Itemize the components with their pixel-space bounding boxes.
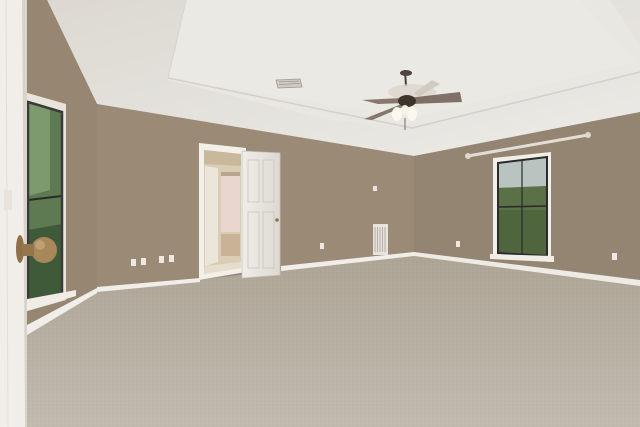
interior-door-open[interactable] [241,150,281,279]
door-knob-icon[interactable] [275,218,279,222]
thermostat [373,186,377,191]
room-photo [0,0,640,427]
door-knob-icon[interactable] [31,237,57,263]
ceiling-air-vent [275,78,303,89]
floor-air-vent [373,224,388,255]
room-illustration [0,0,640,427]
right-window [490,152,554,262]
